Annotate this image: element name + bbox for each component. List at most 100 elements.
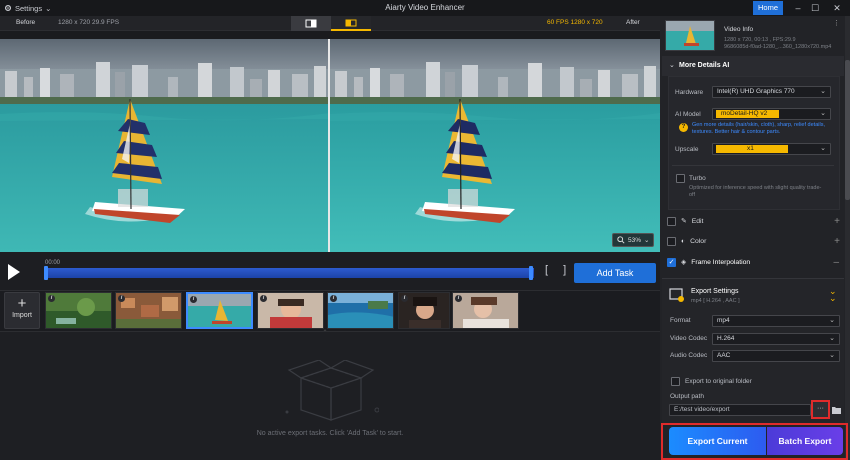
ai-model-description: Gen more details (hair/skin, cloth), sha… [692,122,825,135]
trim-start-handle[interactable] [44,266,48,280]
expand-plus-icon[interactable]: + [834,236,840,247]
close-button[interactable]: ✕ [828,1,846,15]
video-info-line1: 1280 x 720, 00:13 , FPS:29.9 [724,37,796,43]
turbo-checkbox[interactable] [676,174,685,183]
title-bar: Aiarty Video Enhancer [0,0,850,16]
collapse-minus-icon[interactable]: – [833,257,839,268]
ai-model-dropdown[interactable]: moDetail-HQ v2 ⌄ [712,108,831,120]
chevron-down-icon: ⌄ [45,3,52,13]
before-preview [0,39,328,252]
info-icon[interactable]: i [330,295,337,302]
clip-thumbnail[interactable]: i [327,292,394,329]
video-codec-label: Video Codec [670,335,708,342]
video-info-title: Video Info [724,26,754,33]
after-info: 60 FPS 1280 x 720 [547,19,603,26]
sailboat-scene-enhanced [330,39,660,252]
resize-grip-icon[interactable]: ⌃ [319,330,331,336]
turbo-description: Optimized for inference speed with sligh… [689,185,822,198]
magnifier-icon [617,236,625,244]
sailboat-thumbnail [188,294,251,327]
more-options-icon[interactable]: ⋮ [833,19,840,27]
plus-icon: + [17,295,27,312]
color-checkbox[interactable] [667,236,676,246]
output-path-label: Output path [670,393,704,400]
expand-plus-icon[interactable]: + [834,216,840,227]
clip-thumbnail[interactable]: i [452,292,519,329]
add-task-button[interactable]: Add Task [574,263,656,283]
format-label: Format [670,317,691,324]
output-path-field[interactable]: E:/test video/export [669,404,811,416]
home-button[interactable]: Home [753,1,783,15]
info-icon[interactable]: i [260,295,267,302]
ai-model-label: AI Model [675,111,701,118]
before-info: 1280 x 720 29.9 FPS [58,19,120,26]
clip-thumbnail[interactable]: i [398,292,450,329]
original-folder-checkbox[interactable] [671,377,680,386]
clip-thumbnail-selected[interactable]: i [186,292,253,329]
export-settings-subtitle: mp4 [ H.264 , AAC ] [691,298,740,304]
chevron-down-icon: ⌄ [829,335,835,342]
forest-thumbnail [46,293,111,328]
settings-menu[interactable]: Settings ⌄ [4,2,51,14]
collapse-chevrons-icon[interactable]: ⌄ ⌄ [829,287,837,303]
highlight-box [811,400,830,419]
frames-icon: ◈ [681,259,687,266]
import-button[interactable]: + Import [4,292,40,329]
info-icon[interactable]: i [118,295,125,302]
highlight-box [661,423,848,460]
minimize-button[interactable]: – [789,1,807,15]
upscale-dropdown[interactable]: x1 ⌄ [712,143,831,155]
chevron-down-icon: ⌄ [820,88,826,95]
settings-label: Settings [15,3,43,13]
compare-mode-toggle[interactable] [331,16,371,31]
video-codec-dropdown[interactable]: H.264 ⌄ [712,333,840,345]
compare-view-icon [345,19,357,27]
folder-icon[interactable] [832,406,841,414]
zoom-value: 53% [628,236,642,244]
chevron-down-icon: ⌄ [669,62,675,69]
hardware-label: Hardware [675,89,704,96]
audio-codec-dropdown[interactable]: AAC ⌄ [712,350,840,362]
palette-icon: ◐ [681,237,686,245]
timeline-track[interactable] [44,268,534,278]
edit-icon: ✎ [681,218,687,225]
sailboat-scene [0,39,328,252]
frame-interpolation-section[interactable]: ✓ ◈ Frame Interpolation – [662,253,844,271]
girl-thumbnail [453,293,518,328]
original-folder-label: Export to original folder [685,378,752,385]
trim-brackets-icon[interactable]: [ ] [545,264,572,276]
edit-section[interactable]: ✎ Edit + [662,212,844,230]
info-icon[interactable]: i [401,295,408,302]
after-label: After [626,19,640,26]
clip-thumbnail[interactable]: i [115,292,182,329]
chevron-down-icon: ⌄ [829,352,835,359]
color-section[interactable]: ◐ Color + [662,232,844,250]
clip-thumbnail[interactable]: i [45,292,112,329]
chevron-down-icon: ⌄ [644,237,650,244]
export-settings-title: Export Settings [691,288,739,295]
empty-state-text: No active export tasks. Click 'Add Task'… [256,430,404,437]
zoom-control[interactable]: 53% ⌄ [612,233,654,247]
frame-interpolation-checkbox[interactable]: ✓ [667,257,676,267]
maximize-button[interactable]: ☐ [806,1,824,15]
after-preview [330,39,660,252]
hardware-dropdown[interactable]: Intel(R) UHD Graphics 770 ⌄ [712,86,831,98]
split-view-icon [305,19,317,28]
scrollbar-thumb[interactable] [845,60,850,200]
ai-section-title: More Details AI [679,62,730,69]
side-by-side-toggle[interactable] [291,16,331,31]
format-dropdown[interactable]: mp4 ⌄ [712,315,840,327]
info-icon[interactable]: i [455,295,462,302]
info-icon[interactable]: i [190,296,197,303]
sailboat-thumbnail [666,21,714,50]
upscale-label: Upscale [675,146,699,153]
trim-end-handle[interactable] [529,266,533,280]
help-icon[interactable]: ? [679,123,688,132]
empty-box-icon [285,360,379,421]
play-icon[interactable] [6,262,22,282]
clip-thumbnail[interactable]: i [257,292,324,329]
portrait-thumbnail [258,293,323,328]
info-icon[interactable]: i [48,295,55,302]
video-info-thumbnail [665,20,715,51]
edit-checkbox[interactable] [667,216,676,226]
